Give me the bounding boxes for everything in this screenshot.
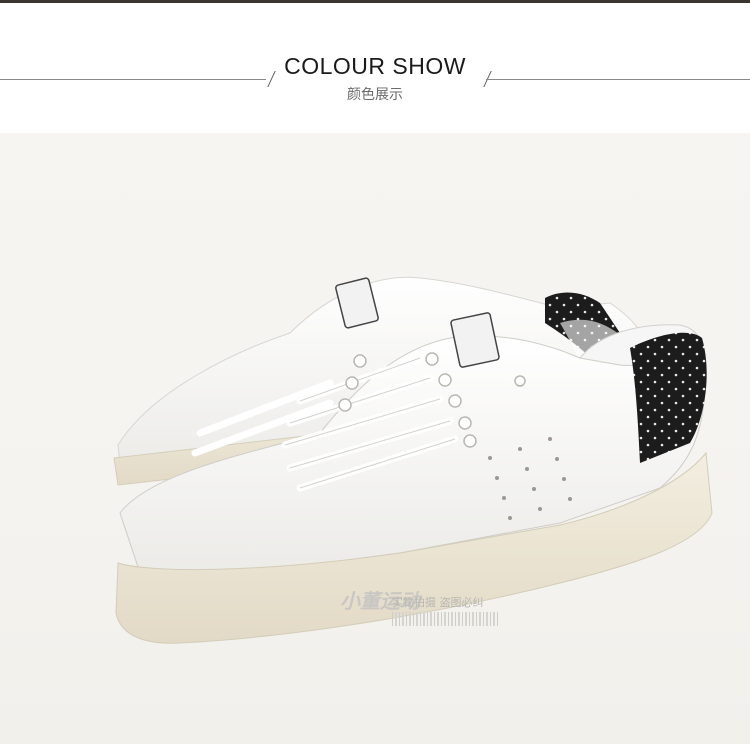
watermark-barcode-icon	[392, 612, 500, 626]
section-header: COLOUR SHOW 颜色展示	[0, 3, 750, 133]
section-title: COLOUR SHOW	[284, 53, 466, 79]
header-rule-right	[486, 79, 750, 80]
product-photo: 小董运动 实物拍摄 盗图必纠	[0, 133, 750, 744]
sneakers-illustration	[113, 276, 713, 644]
watermark: 小董运动 实物拍摄 盗图必纠	[340, 591, 510, 652]
section-subtitle: 颜色展示	[347, 87, 403, 103]
watermark-caption: 实物拍摄 盗图必纠	[392, 596, 484, 609]
